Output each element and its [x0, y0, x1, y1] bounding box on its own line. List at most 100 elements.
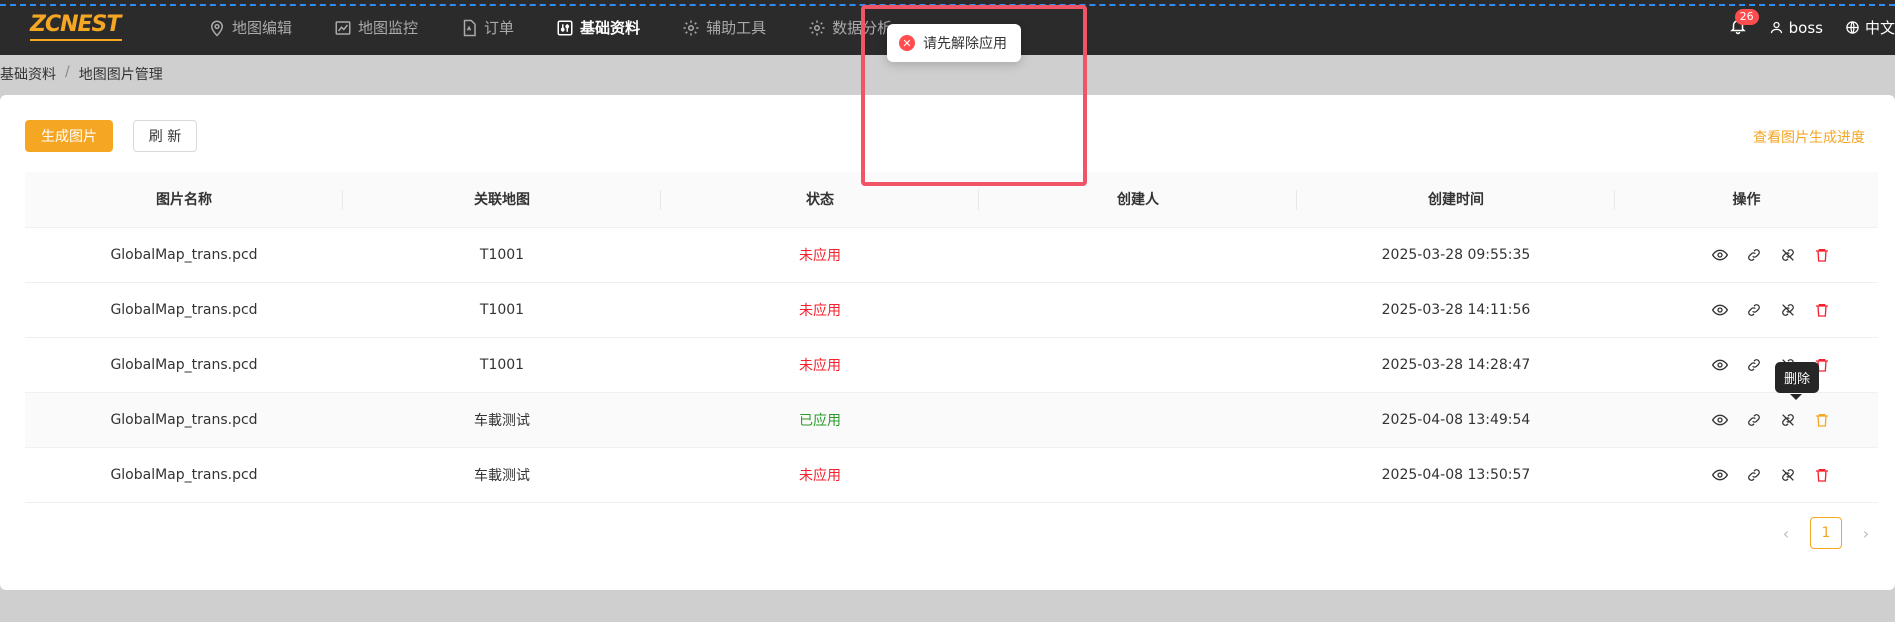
- cell-image-name: GlobalMap_trans.pcd: [25, 282, 343, 338]
- trash-icon: [1816, 248, 1828, 262]
- nav-label: 基础资料: [580, 19, 641, 37]
- delete-button[interactable]: [1814, 467, 1830, 483]
- user-icon: [1770, 21, 1782, 34]
- eye-icon: [1712, 414, 1728, 425]
- cell-status: 未应用: [661, 337, 979, 393]
- delete-tooltip: 删除: [1775, 362, 1820, 393]
- nav-item-basic-data[interactable]: 基础资料: [556, 0, 640, 55]
- apply-button[interactable]: [1746, 412, 1762, 428]
- nav-item-map-edit[interactable]: 地图编辑: [208, 0, 292, 55]
- link-icon: [1748, 468, 1760, 481]
- logo: ZCNEST: [30, 12, 121, 37]
- cell-actions: [1615, 447, 1878, 503]
- eye-icon: [1712, 469, 1728, 480]
- page-number[interactable]: 1: [1810, 517, 1842, 549]
- column-header: 关联地图: [343, 172, 661, 228]
- breadcrumb-item[interactable]: 基础资料: [0, 64, 56, 84]
- cell-image-name: GlobalMap_trans.pcd: [25, 447, 343, 503]
- cell-actions: [1615, 337, 1878, 393]
- main-nav: 地图编辑 地图监控 订单 基础资料 辅助工具 数据分析: [208, 0, 934, 55]
- sliders-icon: [557, 20, 573, 35]
- notification-badge: 26: [1734, 8, 1759, 25]
- table-row: GlobalMap_trans.pcd T1001 未应用 2025-03-28 14…: [25, 282, 1878, 338]
- cell-create-time: 2025-03-28 14:11:56: [1297, 282, 1615, 338]
- cell-status: 未应用: [661, 227, 979, 283]
- view-progress-link[interactable]: 查看图片生成进度: [1753, 127, 1865, 147]
- cell-creator: [979, 447, 1297, 503]
- view-button[interactable]: [1712, 357, 1728, 373]
- cell-image-name: GlobalMap_trans.pcd: [25, 227, 343, 283]
- cell-creator: [979, 337, 1297, 393]
- cell-create-time: 2025-04-08 13:49:54: [1297, 392, 1615, 448]
- breadcrumb-item-current: 地图图片管理: [78, 67, 163, 83]
- link-icon: [1748, 303, 1760, 316]
- trash-icon: [1816, 468, 1828, 482]
- column-header: 图片名称: [25, 172, 343, 228]
- unlink-icon: [1782, 248, 1794, 261]
- cell-status: 未应用: [661, 282, 979, 338]
- apply-button[interactable]: [1746, 467, 1762, 483]
- apply-button[interactable]: [1746, 302, 1762, 318]
- table-row: GlobalMap_trans.pcd T1001 未应用 2025-03-28 14…: [25, 337, 1878, 393]
- pagination: ‹ 1 ›: [1770, 517, 1882, 549]
- unapply-button[interactable]: [1780, 302, 1796, 318]
- unapply-button[interactable]: [1780, 247, 1796, 263]
- cell-image-name: GlobalMap_trans.pcd: [25, 337, 343, 393]
- table-row: GlobalMap_trans.pcd T1001 未应用 2025-03-28 09…: [25, 227, 1878, 283]
- cell-creator: [979, 227, 1297, 283]
- notification-button[interactable]: 26: [1729, 8, 1759, 39]
- trash-icon: [1816, 303, 1828, 317]
- view-button[interactable]: [1712, 247, 1728, 263]
- annotation-highlight-box: [861, 5, 1087, 186]
- cell-create-time: 2025-03-28 09:55:35: [1297, 227, 1615, 283]
- chart-icon: [335, 20, 351, 35]
- nav-item-map-monitor[interactable]: 地图监控: [334, 0, 418, 55]
- eye-icon: [1712, 304, 1728, 315]
- nav-label: 辅助工具: [706, 19, 767, 37]
- refresh-button[interactable]: 刷 新: [133, 120, 197, 152]
- cell-actions: [1615, 227, 1878, 283]
- cell-map: T1001: [343, 227, 661, 283]
- map-pin-icon: [210, 20, 224, 37]
- gear-icon: [809, 20, 825, 35]
- cell-map: 车載测试: [343, 392, 661, 448]
- breadcrumb: 基础资料 / 地图图片管理: [0, 64, 163, 84]
- next-page-button[interactable]: ›: [1850, 517, 1882, 549]
- unlink-icon: [1782, 468, 1794, 481]
- nav-item-tools[interactable]: 辅助工具: [682, 0, 766, 55]
- eye-icon: [1712, 249, 1728, 260]
- nav-item-orders[interactable]: 订单: [460, 0, 514, 55]
- cell-status: 已应用: [661, 392, 979, 448]
- delete-button[interactable]: [1814, 412, 1830, 428]
- link-icon: [1748, 358, 1760, 371]
- cell-status: 未应用: [661, 447, 979, 503]
- apply-button[interactable]: [1746, 357, 1762, 373]
- document-icon: [463, 19, 476, 36]
- language-switch[interactable]: 中文: [1845, 17, 1895, 38]
- unlink-icon: [1782, 303, 1794, 316]
- view-button[interactable]: [1712, 412, 1728, 428]
- cell-map: T1001: [343, 337, 661, 393]
- prev-page-button[interactable]: ‹: [1770, 517, 1802, 549]
- gear-icon: [683, 20, 699, 35]
- cell-create-time: 2025-03-28 14:28:47: [1297, 337, 1615, 393]
- link-icon: [1748, 413, 1760, 426]
- unapply-button[interactable]: [1780, 412, 1796, 428]
- cell-map: T1001: [343, 282, 661, 338]
- user-menu[interactable]: boss: [1769, 19, 1823, 37]
- unlink-icon: [1782, 413, 1794, 426]
- table-row: GlobalMap_trans.pcd 车載测试 未应用 2025-04-08 13:…: [25, 447, 1878, 503]
- link-icon: [1748, 248, 1760, 261]
- nav-label: 地图编辑: [232, 19, 293, 37]
- cell-actions: [1615, 282, 1878, 338]
- delete-button[interactable]: [1814, 302, 1830, 318]
- view-button[interactable]: [1712, 302, 1728, 318]
- unapply-button[interactable]: [1780, 467, 1796, 483]
- cell-creator: [979, 392, 1297, 448]
- cell-image-name: GlobalMap_trans.pcd: [25, 392, 343, 448]
- table-row: GlobalMap_trans.pcd 车載测试 已应用 2025-04-08 13:…: [25, 392, 1878, 448]
- generate-image-button[interactable]: 生成图片: [25, 120, 113, 152]
- delete-button[interactable]: [1814, 247, 1830, 263]
- view-button[interactable]: [1712, 467, 1728, 483]
- apply-button[interactable]: [1746, 247, 1762, 263]
